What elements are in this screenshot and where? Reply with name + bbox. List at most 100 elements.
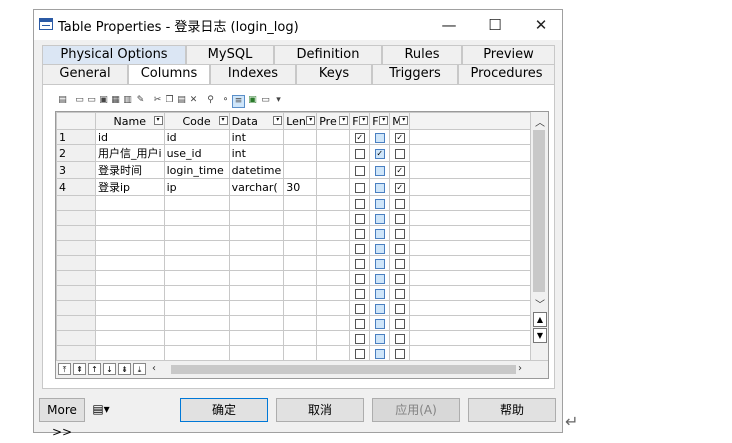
mandatory-checkbox[interactable] <box>394 258 405 269</box>
column-code-cell[interactable]: id <box>163 129 230 145</box>
table-row[interactable]: 3 登录时间 login_time datetime ✓ <box>56 161 541 179</box>
length-cell[interactable] <box>283 210 318 226</box>
column-code-cell[interactable]: login_time <box>163 161 230 179</box>
scroll-up-icon[interactable]: ︿ <box>535 114 545 129</box>
column-name-cell[interactable] <box>95 270 165 286</box>
table-row[interactable] <box>56 195 541 211</box>
scroll-top-icon[interactable]: ▲ <box>533 312 547 327</box>
primary-key-checkbox[interactable] <box>354 228 365 239</box>
data-type-cell[interactable] <box>228 285 285 301</box>
data-type-cell[interactable] <box>228 315 285 331</box>
foreign-key-checkbox[interactable] <box>374 303 385 314</box>
column-code-cell[interactable]: ip <box>163 178 230 196</box>
f1-column-header[interactable]: F ▾ <box>349 112 371 130</box>
length-cell[interactable] <box>283 315 318 331</box>
table-row[interactable]: 4 登录ip ip varchar(30 ✓ <box>56 178 541 196</box>
primary-key-checkbox[interactable] <box>354 198 365 209</box>
mandatory-checkbox[interactable]: ✓ <box>394 182 405 193</box>
primary-key-checkbox[interactable] <box>354 348 365 359</box>
primary-key-checkbox[interactable] <box>354 165 365 176</box>
data-type-cell[interactable] <box>228 270 285 286</box>
primary-key-checkbox[interactable]: ✓ <box>354 132 365 143</box>
length-cell[interactable] <box>283 161 318 179</box>
column-name-cell[interactable]: 登录ip <box>95 178 165 196</box>
column-code-cell[interactable] <box>163 210 230 226</box>
cut-icon[interactable]: ✂ <box>152 95 163 106</box>
precision-cell[interactable] <box>316 144 351 162</box>
data-type-cell[interactable]: varchar( <box>228 178 285 196</box>
primary-key-checkbox[interactable] <box>354 288 365 299</box>
mandatory-checkbox[interactable] <box>394 273 405 284</box>
precision-cell[interactable] <box>316 161 351 179</box>
move-page-down-icon[interactable]: ⇟ <box>118 363 131 375</box>
data-type-cell[interactable] <box>228 225 285 241</box>
column-code-cell[interactable] <box>163 330 230 346</box>
select-icon[interactable]: ▦ <box>110 95 121 106</box>
column-code-cell[interactable] <box>163 285 230 301</box>
column-name-cell[interactable] <box>95 255 165 271</box>
insert-row-icon[interactable]: ▭ <box>86 95 97 106</box>
data-type-cell[interactable]: int <box>228 144 285 162</box>
add-rows-icon[interactable]: ▣ <box>98 95 109 106</box>
data-type-cell[interactable] <box>228 345 285 361</box>
foreign-key-checkbox[interactable] <box>374 213 385 224</box>
table-row[interactable]: 2 用户信_用户i use_id int ✓ <box>56 144 541 162</box>
cancel-button[interactable]: 取消 <box>276 398 364 422</box>
length-column-header[interactable]: Len ▾ <box>283 112 318 130</box>
column-code-cell[interactable] <box>163 195 230 211</box>
column-name-cell[interactable]: 登录时间 <box>95 161 165 179</box>
column-code-cell[interactable] <box>163 240 230 256</box>
primary-key-checkbox[interactable] <box>354 318 365 329</box>
column-name-cell[interactable] <box>95 210 165 226</box>
length-cell[interactable] <box>283 144 318 162</box>
tab-procedures[interactable]: Procedures <box>458 64 555 84</box>
table-row[interactable] <box>56 315 541 331</box>
vertical-scrollbar[interactable]: ︿ ﹀ ▲ ▼ <box>530 112 548 362</box>
close-icon[interactable]: ✕ <box>518 10 564 40</box>
scroll-left-icon[interactable]: ‹ <box>152 363 156 374</box>
precision-cell[interactable] <box>316 210 351 226</box>
data-type-cell[interactable] <box>228 195 285 211</box>
foreign-key-checkbox[interactable] <box>374 132 385 143</box>
mandatory-checkbox[interactable] <box>394 333 405 344</box>
tab-mysql[interactable]: MySQL <box>186 45 274 64</box>
column-name-cell[interactable] <box>95 285 165 301</box>
table-row[interactable] <box>56 270 541 286</box>
mandatory-checkbox[interactable] <box>394 228 405 239</box>
mandatory-checkbox[interactable] <box>394 318 405 329</box>
tab-general[interactable]: General <box>42 64 128 84</box>
filter-icon[interactable]: ▥ <box>122 95 133 106</box>
tab-preview[interactable]: Preview <box>462 45 555 64</box>
column-code-cell[interactable] <box>163 315 230 331</box>
scroll-bottom-icon[interactable]: ▼ <box>533 328 547 343</box>
mandatory-checkbox[interactable] <box>394 288 405 299</box>
primary-key-checkbox[interactable] <box>354 333 365 344</box>
length-cell[interactable] <box>283 285 318 301</box>
column-name-cell[interactable]: 用户信_用户i <box>95 144 165 162</box>
data-type-cell[interactable] <box>228 330 285 346</box>
column-name-cell[interactable] <box>95 300 165 316</box>
column-code-cell[interactable] <box>163 345 230 361</box>
length-cell[interactable] <box>283 225 318 241</box>
table-row[interactable] <box>56 240 541 256</box>
copy-icon[interactable]: ❐ <box>164 95 175 106</box>
f2-column-header[interactable]: F ▾ <box>369 112 391 130</box>
foreign-key-checkbox[interactable] <box>374 198 385 209</box>
scroll-down-icon[interactable]: ﹀ <box>535 296 545 311</box>
column-code-cell[interactable] <box>163 225 230 241</box>
precision-cell[interactable] <box>316 240 351 256</box>
length-cell[interactable] <box>283 300 318 316</box>
precision-cell[interactable] <box>316 225 351 241</box>
precision-cell[interactable] <box>316 330 351 346</box>
foreign-key-checkbox[interactable] <box>374 243 385 254</box>
mandatory-checkbox[interactable] <box>394 148 405 159</box>
primary-key-checkbox[interactable] <box>354 273 365 284</box>
tab-physical-options[interactable]: Physical Options <box>42 45 186 64</box>
data-type-cell[interactable]: int <box>228 129 285 145</box>
table-row[interactable] <box>56 300 541 316</box>
add-row-icon[interactable]: ▭ <box>74 95 85 106</box>
column-name-cell[interactable] <box>95 345 165 361</box>
help-button[interactable]: 帮助 <box>468 398 556 422</box>
length-cell[interactable] <box>283 330 318 346</box>
data-type-cell[interactable] <box>228 240 285 256</box>
